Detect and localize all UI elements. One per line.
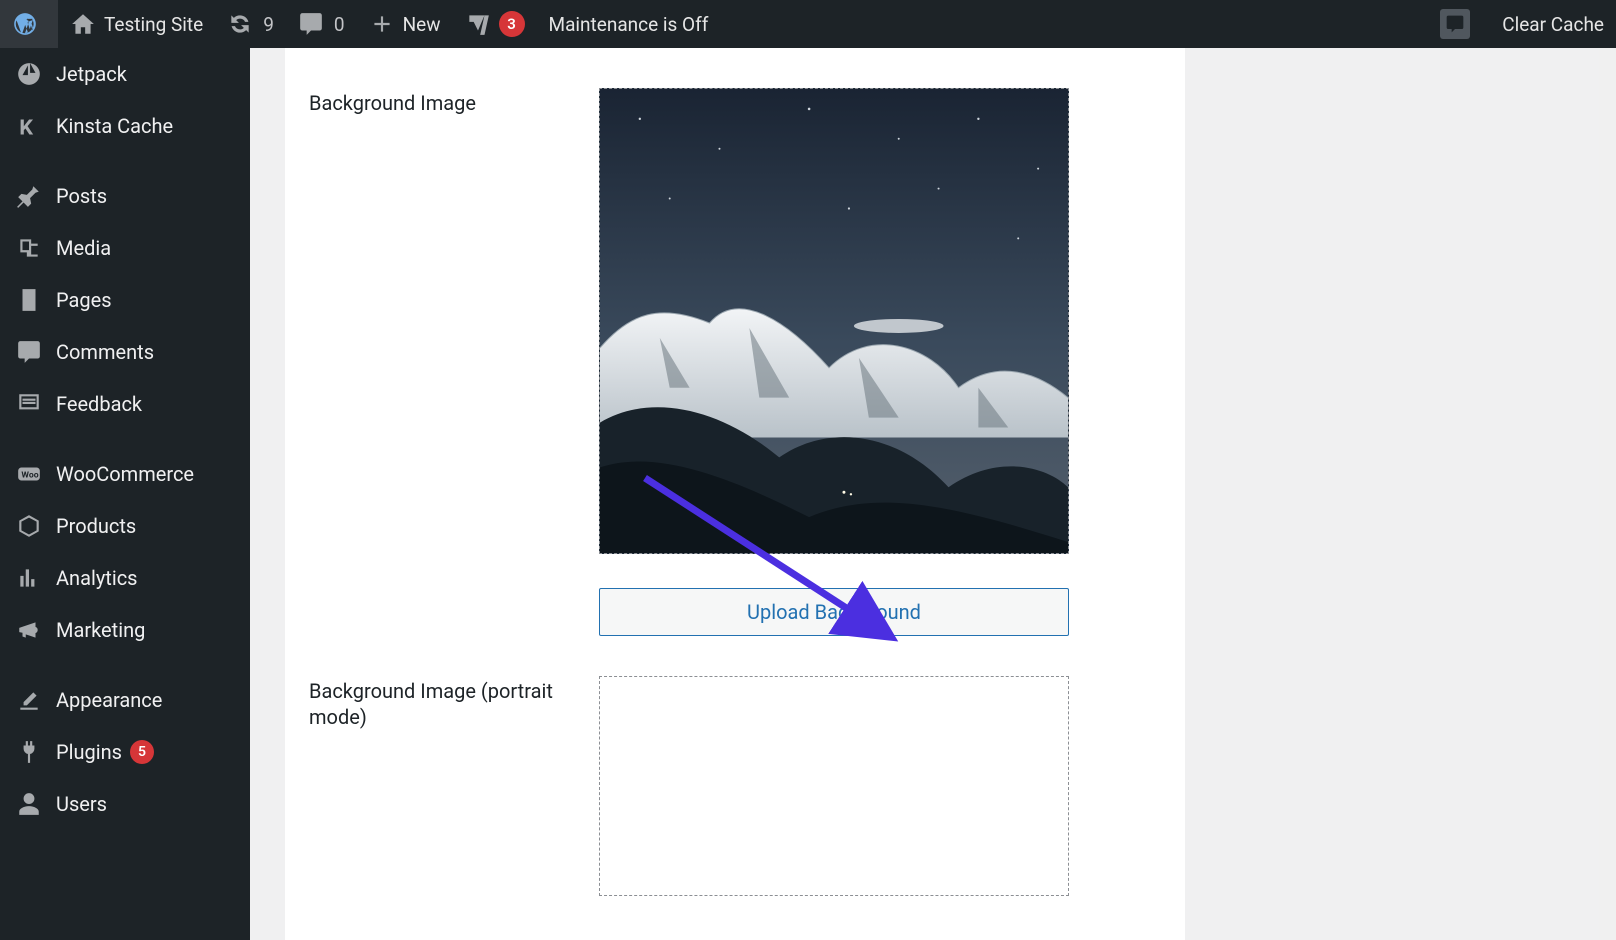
sidebar-item-label: Marketing — [56, 618, 145, 642]
background-image-label: Background Image — [309, 88, 599, 636]
plus-icon — [369, 11, 395, 37]
svg-text:K: K — [19, 116, 33, 139]
sidebar-item-comments[interactable]: Comments — [0, 326, 250, 378]
wp-logo-menu[interactable] — [0, 0, 58, 48]
sidebar-item-label: Products — [56, 514, 136, 538]
sidebar-item-products[interactable]: Products — [0, 500, 250, 552]
vertical-scrollbar[interactable] — [1599, 48, 1616, 940]
sidebar-item-marketing[interactable]: Marketing — [0, 604, 250, 656]
new-label: New — [403, 13, 441, 36]
sidebar-item-label: Pages — [56, 288, 112, 312]
clear-cache-button[interactable]: Clear Cache — [1490, 0, 1616, 48]
clear-cache-label: Clear Cache — [1502, 13, 1604, 36]
admin-bar: Testing Site 9 0 New 3 Maintenance is Of… — [0, 0, 1616, 48]
pin-icon — [14, 181, 44, 211]
plug-icon — [14, 737, 44, 767]
maintenance-label: Maintenance is Off — [549, 13, 709, 36]
background-image-portrait-preview[interactable] — [599, 676, 1069, 896]
background-image-portrait-field: Background Image (portrait mode) — [309, 676, 1161, 896]
kinsta-icon: K — [14, 111, 44, 141]
settings-panel: Background Image — [285, 48, 1185, 940]
home-icon — [70, 11, 96, 37]
sidebar-item-label: Users — [56, 792, 107, 816]
admin-sidebar: Jetpack K Kinsta Cache Posts Media Pages… — [0, 48, 250, 940]
menu-separator — [0, 656, 250, 674]
comment-icon — [14, 337, 44, 367]
upload-background-button[interactable]: Upload Background — [599, 588, 1069, 636]
sidebar-item-label: Kinsta Cache — [56, 114, 173, 138]
menu-separator — [0, 430, 250, 448]
sidebar-item-label: Posts — [56, 184, 107, 208]
site-name-label: Testing Site — [104, 13, 203, 36]
menu-separator — [0, 152, 250, 170]
sidebar-item-media[interactable]: Media — [0, 222, 250, 274]
user-icon — [14, 789, 44, 819]
comments-count: 0 — [334, 13, 345, 36]
sidebar-item-label: WooCommerce — [56, 462, 194, 486]
update-icon — [227, 11, 253, 37]
sidebar-item-jetpack[interactable]: Jetpack — [0, 48, 250, 100]
media-icon — [14, 233, 44, 263]
sidebar-item-users[interactable]: Users — [0, 778, 250, 830]
sidebar-item-label: Appearance — [56, 688, 162, 712]
sidebar-item-label: Jetpack — [56, 62, 127, 86]
yoast-icon — [465, 11, 491, 37]
comments-menu[interactable]: 0 — [286, 0, 357, 48]
sidebar-item-label: Analytics — [56, 566, 138, 590]
new-content-menu[interactable]: New — [357, 0, 453, 48]
svg-text:Woo: Woo — [21, 470, 38, 480]
site-name-menu[interactable]: Testing Site — [58, 0, 215, 48]
sidebar-item-label: Media — [56, 236, 111, 260]
sidebar-item-label: Plugins — [56, 740, 122, 764]
background-image-preview[interactable] — [599, 88, 1069, 554]
page-icon — [14, 285, 44, 315]
plugins-update-badge: 5 — [130, 740, 154, 764]
notification-icon[interactable] — [1440, 9, 1470, 39]
sidebar-item-label: Feedback — [56, 392, 142, 416]
sidebar-item-appearance[interactable]: Appearance — [0, 674, 250, 726]
sidebar-item-feedback[interactable]: Feedback — [0, 378, 250, 430]
yoast-badge: 3 — [499, 11, 525, 37]
sidebar-item-plugins[interactable]: Plugins 5 — [0, 726, 250, 778]
yoast-menu[interactable]: 3 — [453, 0, 537, 48]
workspace: Background Image — [250, 48, 1616, 940]
background-image-field: Background Image — [309, 88, 1161, 636]
comment-icon — [298, 11, 324, 37]
sidebar-item-woocommerce[interactable]: Woo WooCommerce — [0, 448, 250, 500]
box-icon — [14, 511, 44, 541]
sidebar-item-analytics[interactable]: Analytics — [0, 552, 250, 604]
bars-icon — [14, 563, 44, 593]
sidebar-item-label: Comments — [56, 340, 154, 364]
background-image-portrait-label: Background Image (portrait mode) — [309, 676, 599, 896]
sidebar-item-pages[interactable]: Pages — [0, 274, 250, 326]
megaphone-icon — [14, 615, 44, 645]
updates-menu[interactable]: 9 — [215, 0, 286, 48]
sidebar-item-posts[interactable]: Posts — [0, 170, 250, 222]
sidebar-item-kinsta-cache[interactable]: K Kinsta Cache — [0, 100, 250, 152]
jetpack-icon — [14, 59, 44, 89]
updates-count: 9 — [263, 13, 274, 36]
woo-icon: Woo — [14, 459, 44, 489]
upload-background-label: Upload Background — [747, 600, 921, 624]
feedback-icon — [14, 389, 44, 419]
brush-icon — [14, 685, 44, 715]
maintenance-toggle[interactable]: Maintenance is Off — [537, 0, 721, 48]
wordpress-icon — [12, 11, 38, 37]
